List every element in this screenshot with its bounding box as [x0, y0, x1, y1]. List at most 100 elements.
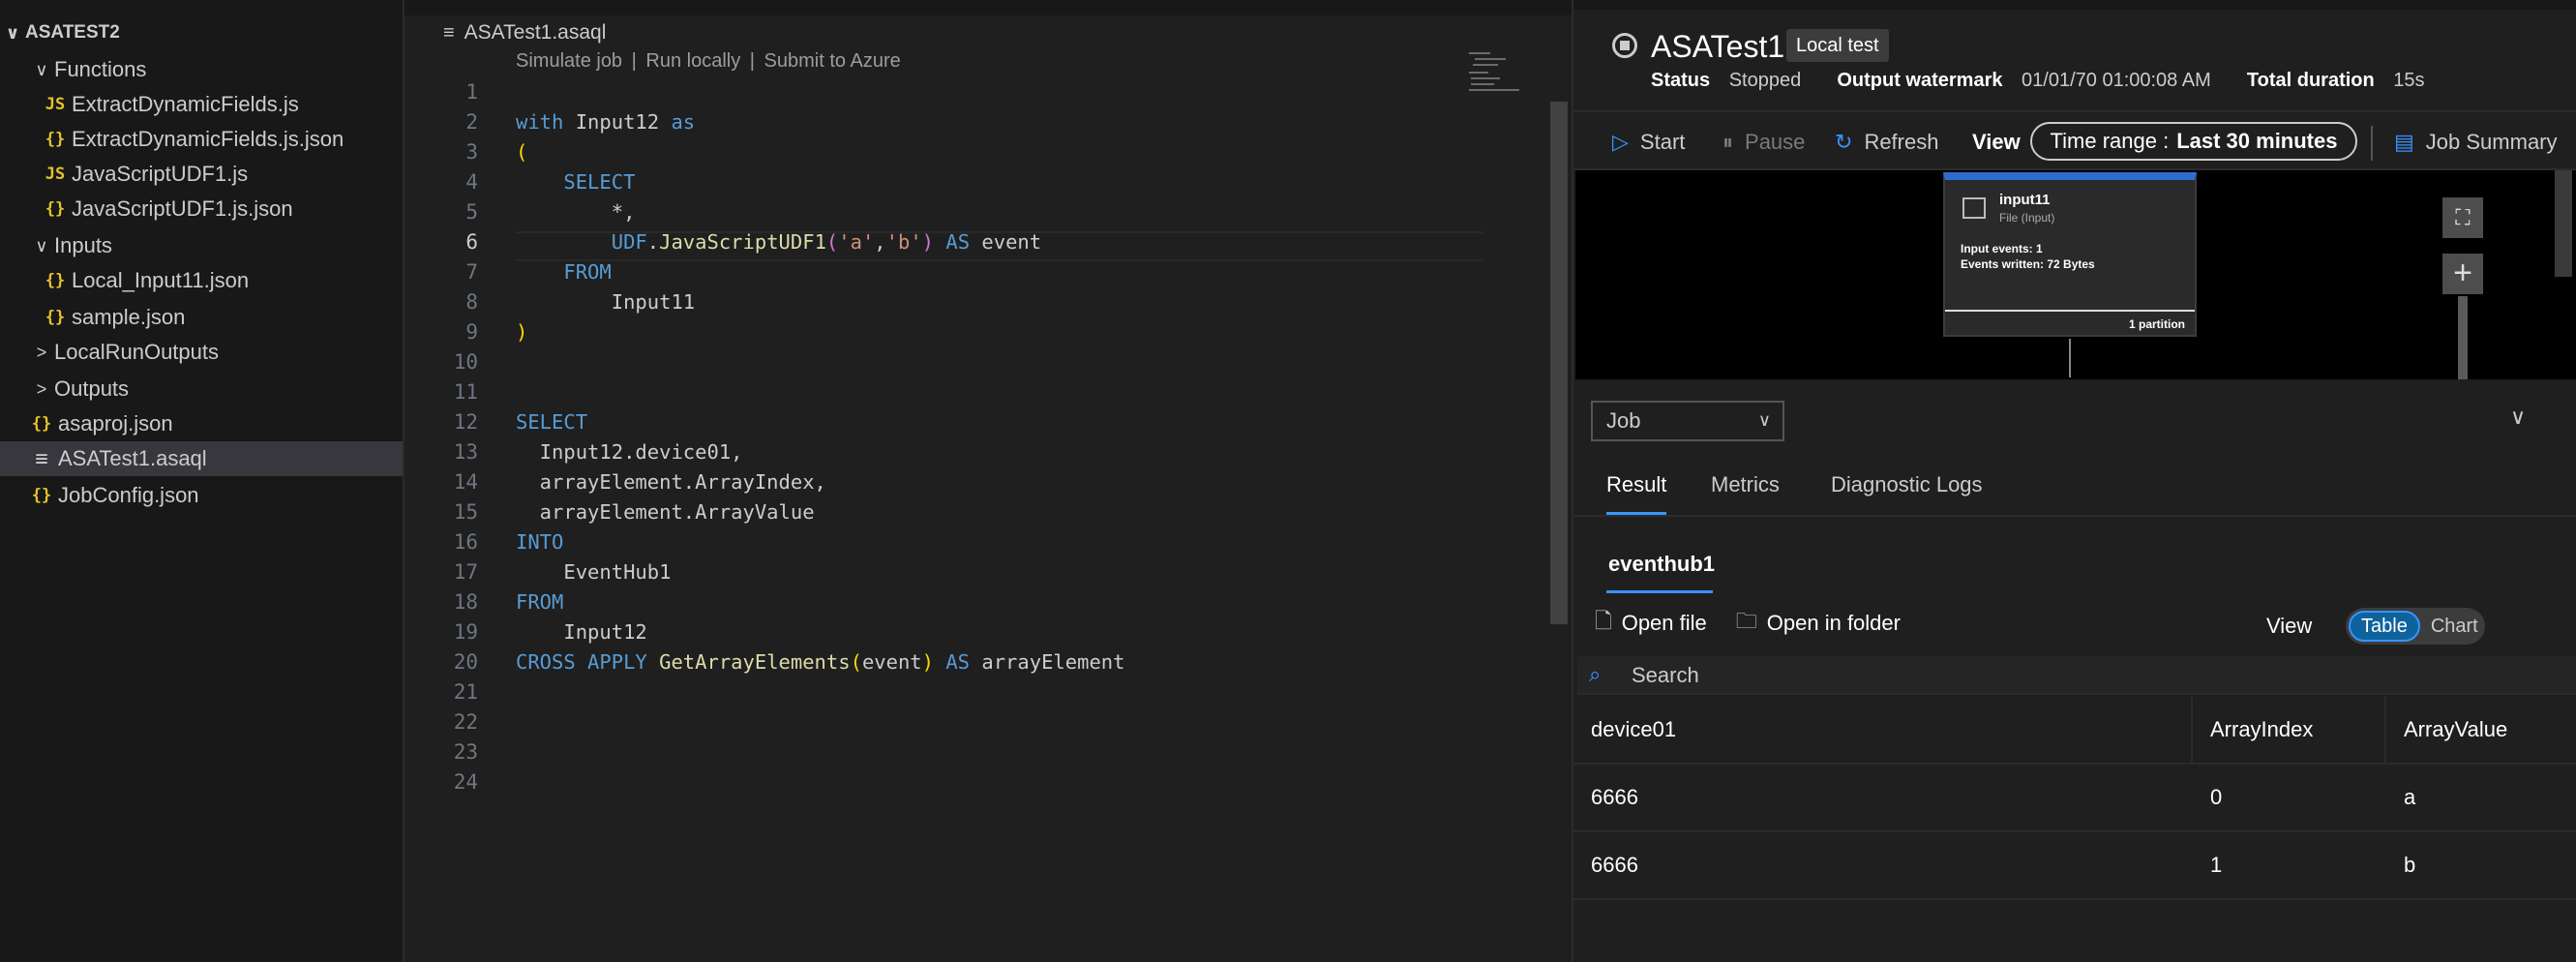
- line-number: 22: [453, 710, 478, 734]
- code-line-16: INTO: [516, 530, 564, 554]
- code-line-7: FROM: [563, 260, 612, 284]
- collapse-chevron-icon[interactable]: ∨: [2510, 405, 2526, 430]
- line-number: 14: [453, 470, 478, 494]
- column-header-device01[interactable]: device01: [1573, 697, 2193, 763]
- stopped-status-icon: [1612, 33, 1637, 58]
- tree-file-extractdynamicfields-js[interactable]: JS ExtractDynamicFields.js: [0, 87, 403, 122]
- tab-metrics[interactable]: Metrics: [1711, 472, 1780, 511]
- submit-to-azure-link[interactable]: Submit to Azure: [764, 50, 901, 72]
- open-in-folder-label: Open in folder: [1766, 611, 1901, 635]
- code-line-18: FROM: [516, 590, 564, 614]
- tree-file-javascriptudf1-json[interactable]: {} JavaScriptUDF1.js.json: [0, 192, 403, 226]
- tree-file-asaproj-json[interactable]: {} asaproj.json: [0, 406, 403, 441]
- open-file-button[interactable]: 🗋 Open file: [1595, 605, 1707, 642]
- node-progress-bar: [1945, 310, 2195, 312]
- tree-item-label: Local_Input11.json: [72, 268, 250, 292]
- job-summary-button[interactable]: ▤ Job Summary: [2394, 126, 2558, 159]
- table-cell: b: [2404, 853, 2416, 877]
- tree-item-label: ASATest1.asaql: [58, 446, 207, 470]
- job-title: ASATest1: [1651, 29, 1785, 64]
- tree-folder-inputs[interactable]: ∨ Inputs: [0, 228, 403, 263]
- output-tab-eventhub1[interactable]: eventhub1: [1608, 552, 1715, 577]
- pause-label: Pause: [1745, 130, 1806, 154]
- code-line-17: EventHub1: [516, 560, 672, 584]
- refresh-button[interactable]: ↻ Refresh: [1835, 126, 1938, 159]
- output-actions: 🗋 Open file 🗀 Open in folder: [1595, 604, 1930, 643]
- tree-item-label: sample.json: [72, 305, 186, 329]
- line-number: 20: [453, 650, 478, 674]
- start-button[interactable]: ▷ Start: [1612, 126, 1685, 159]
- tree-file-asatest1-asaql[interactable]: ≡ ASATest1.asaql: [0, 441, 403, 476]
- tree-item-label: JavaScriptUDF1.js.json: [72, 196, 293, 221]
- table-row[interactable]: 6666 0 a: [1573, 765, 2576, 832]
- code-line-8: Input11: [516, 290, 696, 314]
- input-file-icon: [1962, 197, 1986, 219]
- column-header-arrayvalue[interactable]: ArrayValue: [2386, 697, 2576, 763]
- tab-diagnostic-logs[interactable]: Diagnostic Logs: [1831, 472, 1983, 511]
- code-line-15: arrayElement.ArrayValue: [516, 500, 815, 524]
- tree-file-jobconfig-json[interactable]: {} JobConfig.json: [0, 478, 403, 513]
- tree-item-label: LocalRunOutputs: [54, 340, 219, 364]
- view-toggle-label: View: [2266, 614, 2313, 638]
- json-file-icon: {}: [31, 414, 52, 434]
- code-line-14: arrayElement.ArrayIndex,: [516, 470, 826, 494]
- panel-tab-strip: [1573, 0, 2576, 10]
- node-name: input11: [1999, 192, 2051, 208]
- tree-file-javascriptudf1-js[interactable]: JS JavaScriptUDF1.js: [0, 157, 403, 192]
- play-icon: ▷: [1612, 130, 1629, 154]
- query-file-icon: ≡: [443, 21, 455, 44]
- line-number: 3: [465, 140, 478, 164]
- job-diagram-canvas[interactable]: input11 File (Input) Input events: 1 Eve…: [1575, 170, 2576, 379]
- node-type: File (Input): [1999, 211, 2055, 225]
- fit-to-screen-button[interactable]: ⛶: [2442, 197, 2483, 238]
- time-range-picker[interactable]: Time range : Last 30 minutes: [2030, 122, 2357, 161]
- zoom-in-button[interactable]: +: [2442, 254, 2483, 294]
- search-input[interactable]: [1632, 660, 2502, 691]
- pause-button[interactable]: ⏸ Pause: [1722, 126, 1805, 159]
- table-cell: 6666: [1591, 853, 1638, 877]
- view-chart-option[interactable]: Chart: [2420, 611, 2489, 642]
- job-select-dropdown[interactable]: Job ∨: [1591, 401, 1784, 441]
- editor-tab-asatest1[interactable]: ≡ ASATest1.asaql: [443, 17, 606, 48]
- file-icon: 🗋: [1595, 609, 1612, 633]
- editor-scrollbar[interactable]: [1550, 102, 1568, 624]
- tree-item-label: JavaScriptUDF1.js: [72, 162, 249, 186]
- line-number: 19: [453, 620, 478, 644]
- tree-folder-outputs[interactable]: > Outputs: [0, 372, 403, 406]
- column-header-arrayindex[interactable]: ArrayIndex: [2193, 697, 2386, 763]
- node-partitions: 1 partition: [2128, 317, 2185, 331]
- tree-folder-localrunoutputs[interactable]: > LocalRunOutputs: [0, 335, 403, 370]
- code-editor[interactable]: ≡ ASATest1.asaql Simulate job | Run loca…: [404, 0, 1572, 962]
- simulate-job-link[interactable]: Simulate job: [516, 50, 622, 72]
- tree-file-sample-json[interactable]: {} sample.json: [0, 300, 403, 335]
- open-in-folder-button[interactable]: 🗀 Open in folder: [1736, 605, 1901, 642]
- line-number: 8: [465, 290, 478, 314]
- tree-file-extractdynamicfields-json[interactable]: {} ExtractDynamicFields.js.json: [0, 122, 403, 157]
- input-node[interactable]: input11 File (Input) Input events: 1 Eve…: [1943, 172, 2197, 337]
- tree-file-local-input11-json[interactable]: {} Local_Input11.json: [0, 263, 403, 298]
- table-cell: a: [2404, 785, 2416, 809]
- line-number: 15: [453, 500, 478, 524]
- run-locally-link[interactable]: Run locally: [645, 50, 740, 72]
- view-table-option[interactable]: Table: [2349, 611, 2420, 642]
- code-line-4: SELECT: [563, 170, 636, 194]
- table-row[interactable]: 6666 1 b: [1573, 832, 2576, 900]
- job-diagram-panel: ASATest1 Local test Status Stopped Outpu…: [1572, 0, 2576, 962]
- explorer-root-folder[interactable]: ∨ ASATEST2: [0, 15, 403, 50]
- watermark-label: Output watermark: [1837, 70, 2003, 91]
- code-line-19: Input12: [516, 620, 647, 644]
- diagram-scrollbar[interactable]: [2555, 170, 2572, 277]
- zoom-slider[interactable]: [2458, 296, 2468, 379]
- explorer-sidebar: ∨ ASATEST2 ∨ Functions JS ExtractDynamic…: [0, 0, 404, 962]
- editor-minimap[interactable]: [1469, 50, 1537, 99]
- codelens-actions: Simulate job | Run locally | Submit to A…: [516, 50, 901, 73]
- tree-folder-functions[interactable]: ∨ Functions: [0, 52, 403, 87]
- json-file-icon: {}: [31, 486, 52, 505]
- tab-result[interactable]: Result: [1606, 472, 1667, 515]
- table-header-row: device01 ArrayIndex ArrayValue: [1573, 697, 2576, 765]
- query-file-icon: ≡: [35, 446, 48, 471]
- table-cell: 1: [2210, 853, 2223, 877]
- code-line-3: (: [516, 140, 528, 164]
- node-input-events: Input events: 1: [1961, 242, 2043, 256]
- code-line-6: UDF.JavaScriptUDF1('a','b') AS event: [611, 230, 1042, 254]
